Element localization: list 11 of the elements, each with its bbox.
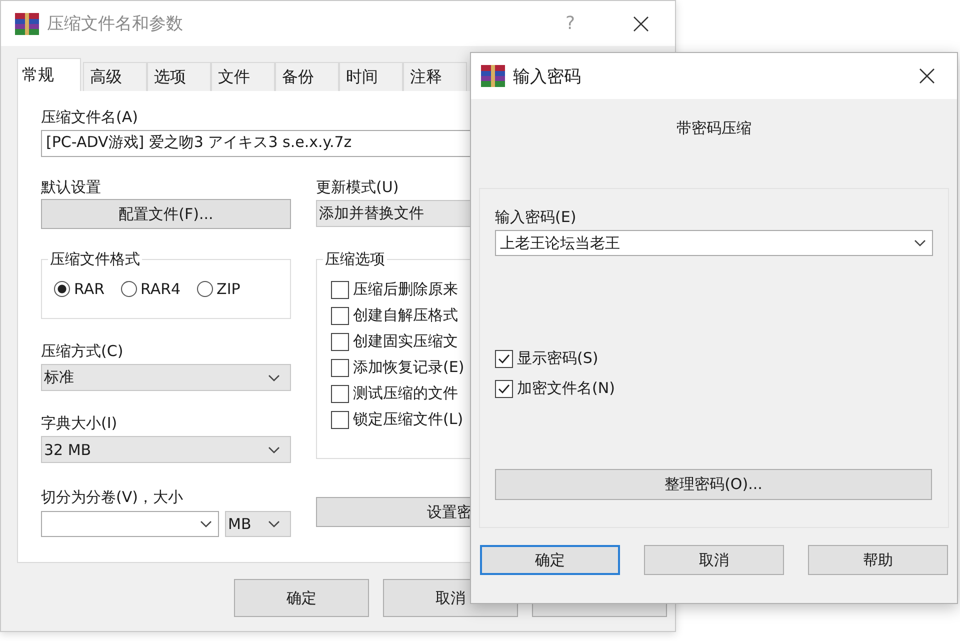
field-label: 切分为分卷(V)，大小 — [41, 487, 184, 507]
field-label: 默认设置 — [41, 177, 102, 197]
field-label: 更新模式(U) — [316, 177, 400, 197]
group-title: 压缩选项 — [323, 249, 387, 269]
field-label: 压缩方式(C) — [41, 341, 124, 361]
window-title: 压缩文件名和参数 — [47, 13, 183, 35]
field-label: 压缩文件名(A) — [41, 107, 139, 127]
field-label: 输入密码(E) — [495, 207, 578, 227]
field-label: 字典大小(I) — [41, 413, 118, 433]
group-title: 压缩文件格式 — [48, 249, 142, 269]
dialog-title: 输入密码 — [513, 66, 581, 88]
